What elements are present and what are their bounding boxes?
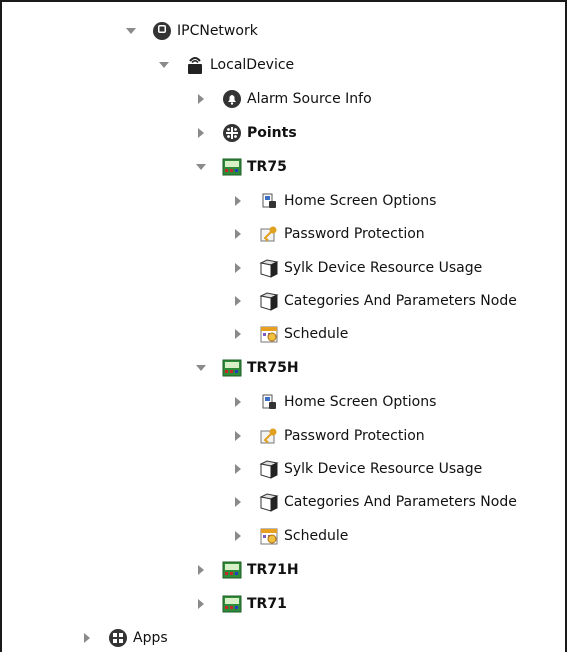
expand-arrow-icon[interactable] (194, 92, 208, 106)
tree-node-password-protection[interactable]: Password Protection (231, 424, 425, 448)
tree-node-tr71h[interactable]: TR71H (194, 558, 299, 582)
expand-arrow-icon[interactable] (194, 126, 208, 140)
network-node-icon (152, 21, 172, 41)
expand-arrow-icon[interactable] (231, 227, 245, 241)
tree-node-sylk-device-resource-usage[interactable]: Sylk Device Resource Usage (231, 457, 482, 481)
expand-arrow-icon[interactable] (194, 563, 208, 577)
node-label: Categories And Parameters Node (284, 494, 517, 510)
node-label: TR71 (247, 596, 287, 612)
expand-arrow-icon[interactable] (231, 395, 245, 409)
tree-node-home-screen-options[interactable]: Home Screen Options (231, 390, 436, 414)
alarm-bell-icon (222, 89, 242, 109)
tree-node-home-screen-options[interactable]: Home Screen Options (231, 189, 436, 213)
node-label: TR75 (247, 159, 287, 175)
key-icon (259, 426, 279, 446)
tree-node-tr71[interactable]: TR71 (194, 592, 287, 616)
apps-icon (108, 628, 128, 648)
node-label: Sylk Device Resource Usage (284, 260, 483, 276)
tree-node-sylk-device-resource-usage[interactable]: Sylk Device Resource Usage (231, 256, 482, 280)
home-screen-options-icon (259, 392, 279, 412)
expand-arrow-icon[interactable] (231, 429, 245, 443)
points-icon (222, 123, 242, 143)
node-label: Password Protection (284, 226, 425, 242)
node-label: Categories And Parameters Node (284, 293, 517, 309)
node-label: Password Protection (284, 428, 425, 444)
collapse-arrow-icon[interactable] (194, 361, 208, 375)
expand-arrow-icon[interactable] (231, 529, 245, 543)
collapse-arrow-icon[interactable] (194, 160, 208, 174)
tree-node-alarm-source-info[interactable]: Alarm Source Info (194, 87, 372, 111)
key-icon (259, 224, 279, 244)
node-label: TR71H (247, 562, 299, 578)
collapse-arrow-icon[interactable] (157, 58, 171, 72)
node-label: Home Screen Options (284, 193, 437, 209)
home-screen-options-icon (259, 191, 279, 211)
node-label: TR75H (247, 360, 299, 376)
expand-arrow-icon[interactable] (194, 597, 208, 611)
expand-arrow-icon[interactable] (80, 631, 94, 645)
cube-icon (259, 258, 279, 278)
node-label: Schedule (284, 528, 349, 544)
tree-node-points[interactable]: Points (194, 121, 297, 145)
tree-node-categories-and-parameters-node[interactable]: Categories And Parameters Node (231, 490, 517, 514)
tree-panel: IPCNetwork LocalDevice Alarm Source Info… (0, 0, 567, 652)
expand-arrow-icon[interactable] (231, 495, 245, 509)
calendar-icon (259, 526, 279, 546)
tree-node-apps[interactable]: Apps (80, 626, 168, 650)
tree-node-localdevice[interactable]: LocalDevice (157, 53, 294, 77)
expand-arrow-icon[interactable] (231, 261, 245, 275)
tree-node-ipcnetwork[interactable]: IPCNetwork (124, 19, 258, 43)
expand-arrow-icon[interactable] (231, 194, 245, 208)
tree-node-tr75[interactable]: TR75 (194, 155, 287, 179)
node-label: Apps (133, 630, 168, 646)
expand-arrow-icon[interactable] (231, 462, 245, 476)
node-label: LocalDevice (210, 57, 295, 73)
expand-arrow-icon[interactable] (231, 294, 245, 308)
tree-node-schedule[interactable]: Schedule (231, 322, 348, 346)
collapse-arrow-icon[interactable] (124, 24, 138, 38)
tree-node-schedule[interactable]: Schedule (231, 524, 348, 548)
tree-node-categories-and-parameters-node[interactable]: Categories And Parameters Node (231, 289, 517, 313)
node-label: Schedule (284, 326, 349, 342)
expand-arrow-icon[interactable] (231, 327, 245, 341)
thermostat-device-icon (222, 157, 242, 177)
local-device-icon (185, 55, 205, 75)
node-label: IPCNetwork (177, 23, 258, 39)
node-label: Sylk Device Resource Usage (284, 461, 483, 477)
tree-node-password-protection[interactable]: Password Protection (231, 222, 425, 246)
cube-icon (259, 492, 279, 512)
thermostat-device-icon (222, 358, 242, 378)
node-label: Alarm Source Info (247, 91, 372, 107)
tree-node-tr75h[interactable]: TR75H (194, 356, 299, 380)
thermostat-device-icon (222, 594, 242, 614)
calendar-icon (259, 324, 279, 344)
cube-icon (259, 291, 279, 311)
node-label: Home Screen Options (284, 394, 437, 410)
thermostat-device-icon (222, 560, 242, 580)
node-label: Points (247, 125, 297, 141)
cube-icon (259, 459, 279, 479)
